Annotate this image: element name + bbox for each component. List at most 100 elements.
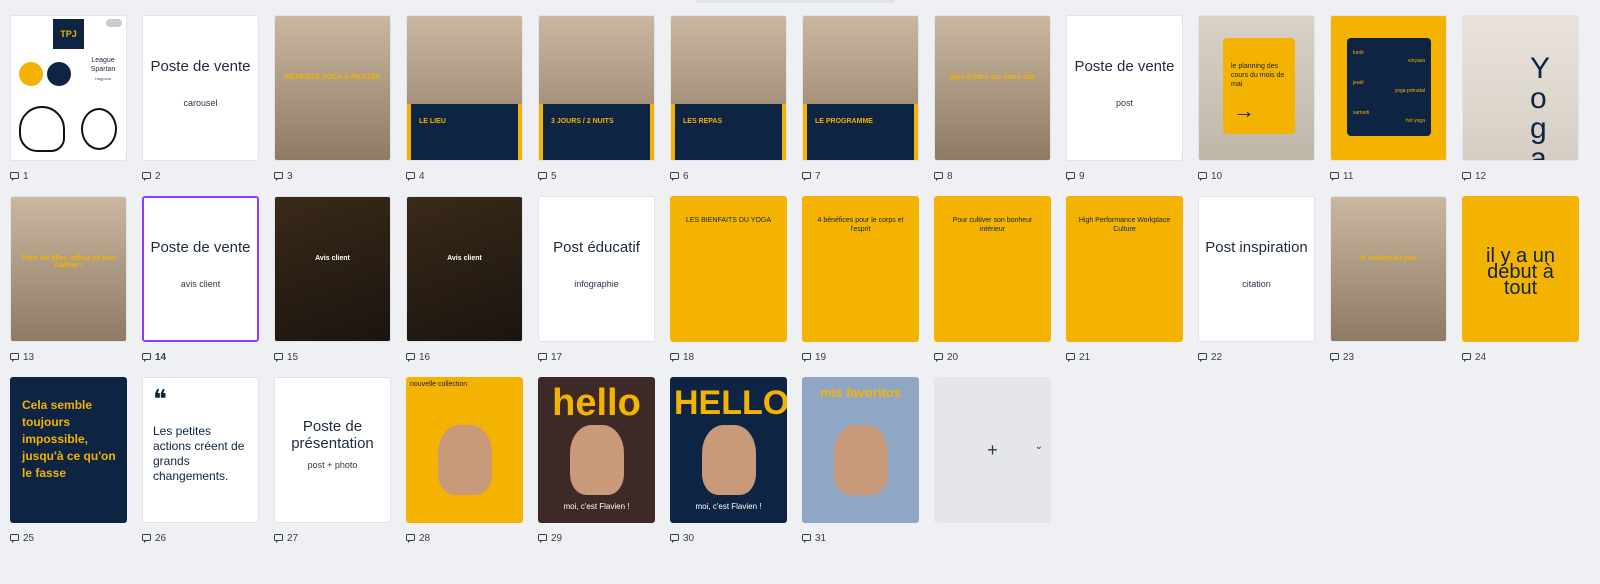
thumbnail-title: Post éducatif — [553, 239, 640, 256]
page-thumbnail[interactable]: mis favoritos — [802, 377, 919, 523]
comment-icon[interactable] — [10, 533, 19, 543]
page-item: Avis client 15 — [274, 196, 391, 377]
comment-icon[interactable] — [670, 352, 679, 362]
comment-icon[interactable] — [802, 171, 811, 181]
comment-icon[interactable] — [406, 533, 415, 543]
page-thumbnail[interactable]: Avis client — [406, 196, 523, 342]
page-thumbnail[interactable]: Pour les filles, offrez un bon cadeau ! — [10, 196, 127, 342]
page-number: 4 — [419, 170, 425, 182]
page-thumbnail[interactable]: LE LIEU — [406, 15, 523, 161]
page-item: Pour les filles, offrez un bon cadeau ! 1… — [10, 196, 127, 377]
page-thumbnail[interactable]: Pour cultiver son bonheur intérieur — [934, 196, 1051, 342]
page-thumbnail[interactable]: Poste de vente carousel — [142, 15, 259, 161]
comment-icon[interactable] — [406, 171, 415, 181]
comment-icon[interactable] — [274, 352, 283, 362]
page-thumbnail[interactable]: il y a un début à tout — [1462, 196, 1579, 342]
page-thumbnail[interactable]: Cela semble toujours impossible, jusqu'à… — [10, 377, 127, 523]
page-number: 30 — [683, 532, 695, 544]
comment-icon[interactable] — [1198, 171, 1207, 181]
comment-icon[interactable] — [1198, 352, 1207, 362]
page-thumbnail[interactable]: hello moi, c'est Flavien ! — [538, 377, 655, 523]
page-item: LE PROGRAMME 7 — [802, 15, 919, 196]
comment-icon[interactable] — [670, 533, 679, 543]
page-meta: 18 — [670, 342, 787, 368]
thumbnail-title: Poste de vente — [1074, 58, 1175, 75]
comment-icon[interactable] — [1330, 171, 1339, 181]
page-number: 8 — [947, 170, 953, 182]
page-thumbnail[interactable]: Poste de vente post — [1066, 15, 1183, 161]
comment-icon[interactable] — [10, 171, 19, 181]
arrow-right-icon: → — [1233, 98, 1255, 123]
page-item: Post éducatif infographie 17 — [538, 196, 655, 377]
page-thumbnail[interactable]: le planning des cours du mois de mai → — [1198, 15, 1315, 161]
comment-icon[interactable] — [142, 171, 151, 181]
page-thumbnail[interactable]: Yoga — [1462, 15, 1579, 161]
portrait-photo — [702, 425, 756, 495]
comment-icon[interactable] — [10, 352, 19, 362]
page-meta: 1 — [10, 161, 127, 187]
navy-caption-panel: LE PROGRAMME — [803, 104, 918, 160]
page-number: 17 — [551, 351, 563, 363]
page-thumbnail[interactable]: 4 bénéfices pour le corps et l'esprit — [802, 196, 919, 342]
page-item: le mantra du jour 23 — [1330, 196, 1447, 377]
thumbnail-title: Poste de vente — [150, 239, 251, 256]
page-thumbnail[interactable]: High Performance Workplace Culture — [1066, 196, 1183, 342]
page-item: RETRAITE YOGA & PILATES 3 — [274, 15, 391, 196]
comment-icon[interactable] — [1462, 171, 1471, 181]
page-meta: 23 — [1330, 342, 1447, 368]
page-meta: 4 — [406, 161, 523, 187]
page-thumbnail[interactable]: ❝ Les petites actions créent de grands ch… — [142, 377, 259, 523]
page-thumbnail[interactable]: lundi vinyasa jeudi yoga prénatal samedi hot … — [1330, 15, 1447, 161]
chevron-down-icon[interactable]: ⌄ — [1035, 441, 1043, 452]
page-item: Poste de vente avis client 14 — [142, 196, 259, 377]
thumbnail-subtitle: infographie — [574, 279, 619, 289]
page-thumbnail[interactable]: LES REPAS — [670, 15, 787, 161]
page-number: 28 — [419, 532, 431, 544]
schedule-class: hot yoga — [1405, 118, 1425, 124]
comment-icon[interactable] — [1066, 171, 1075, 181]
comment-icon[interactable] — [802, 352, 811, 362]
comment-icon[interactable] — [934, 171, 943, 181]
page-thumbnail[interactable]: 3 JOURS / 2 NUITS — [538, 15, 655, 161]
comment-icon[interactable] — [1330, 352, 1339, 362]
comment-icon[interactable] — [274, 171, 283, 181]
page-thumbnail[interactable]: RETRAITE YOGA & PILATES — [274, 15, 391, 161]
comment-icon[interactable] — [802, 533, 811, 543]
more-options-icon[interactable]: ··· — [106, 18, 122, 27]
page-thumbnail[interactable]: Post inspiration citation — [1198, 196, 1315, 342]
page-thumbnail[interactable]: Post éducatif infographie — [538, 196, 655, 342]
page-thumbnail[interactable]: Poste de vente avis client — [142, 196, 259, 342]
comment-icon[interactable] — [538, 352, 547, 362]
page-thumbnail[interactable]: TPJ ··· League Spartan Hagpana — [10, 15, 127, 161]
page-number: 18 — [683, 351, 695, 363]
page-thumbnail[interactable]: nouvelle collection — [406, 377, 523, 523]
page-thumbnail[interactable]: LES BIENFAITS DU YOGA — [670, 196, 787, 342]
page-number: 29 — [551, 532, 563, 544]
comment-icon[interactable] — [142, 533, 151, 543]
page-thumbnail[interactable]: LE PROGRAMME — [802, 15, 919, 161]
thumbnail-subtitle: post + photo — [307, 460, 358, 470]
page-meta: 3 — [274, 161, 391, 187]
page-thumbnail[interactable]: HELLO moi, c'est Flavien ! — [670, 377, 787, 523]
comment-icon[interactable] — [1462, 352, 1471, 362]
page-thumbnail[interactable]: Poste de présentation post + photo — [274, 377, 391, 523]
comment-icon[interactable] — [670, 171, 679, 181]
page-thumbnail[interactable]: plus d'infos sur notre site — [934, 15, 1051, 161]
comment-icon[interactable] — [934, 352, 943, 362]
comment-icon[interactable] — [1066, 352, 1075, 362]
comment-icon[interactable] — [274, 533, 283, 543]
page-thumbnail[interactable]: le mantra du jour — [1330, 196, 1447, 342]
comment-icon[interactable] — [538, 171, 547, 181]
comment-icon[interactable] — [142, 352, 151, 362]
page-meta: 9 — [1066, 161, 1183, 187]
comment-icon[interactable] — [538, 533, 547, 543]
comment-icon[interactable] — [406, 352, 415, 362]
head-icon — [19, 106, 65, 152]
page-number: 6 — [683, 170, 689, 182]
add-page-button[interactable]: + ⌄ — [934, 377, 1051, 523]
thumbnail-caption: LE PROGRAMME — [815, 118, 873, 125]
page-meta: 20 — [934, 342, 1051, 368]
page-thumbnail[interactable]: Avis client — [274, 196, 391, 342]
page-number: 1 — [23, 170, 29, 182]
page-number: 19 — [815, 351, 827, 363]
